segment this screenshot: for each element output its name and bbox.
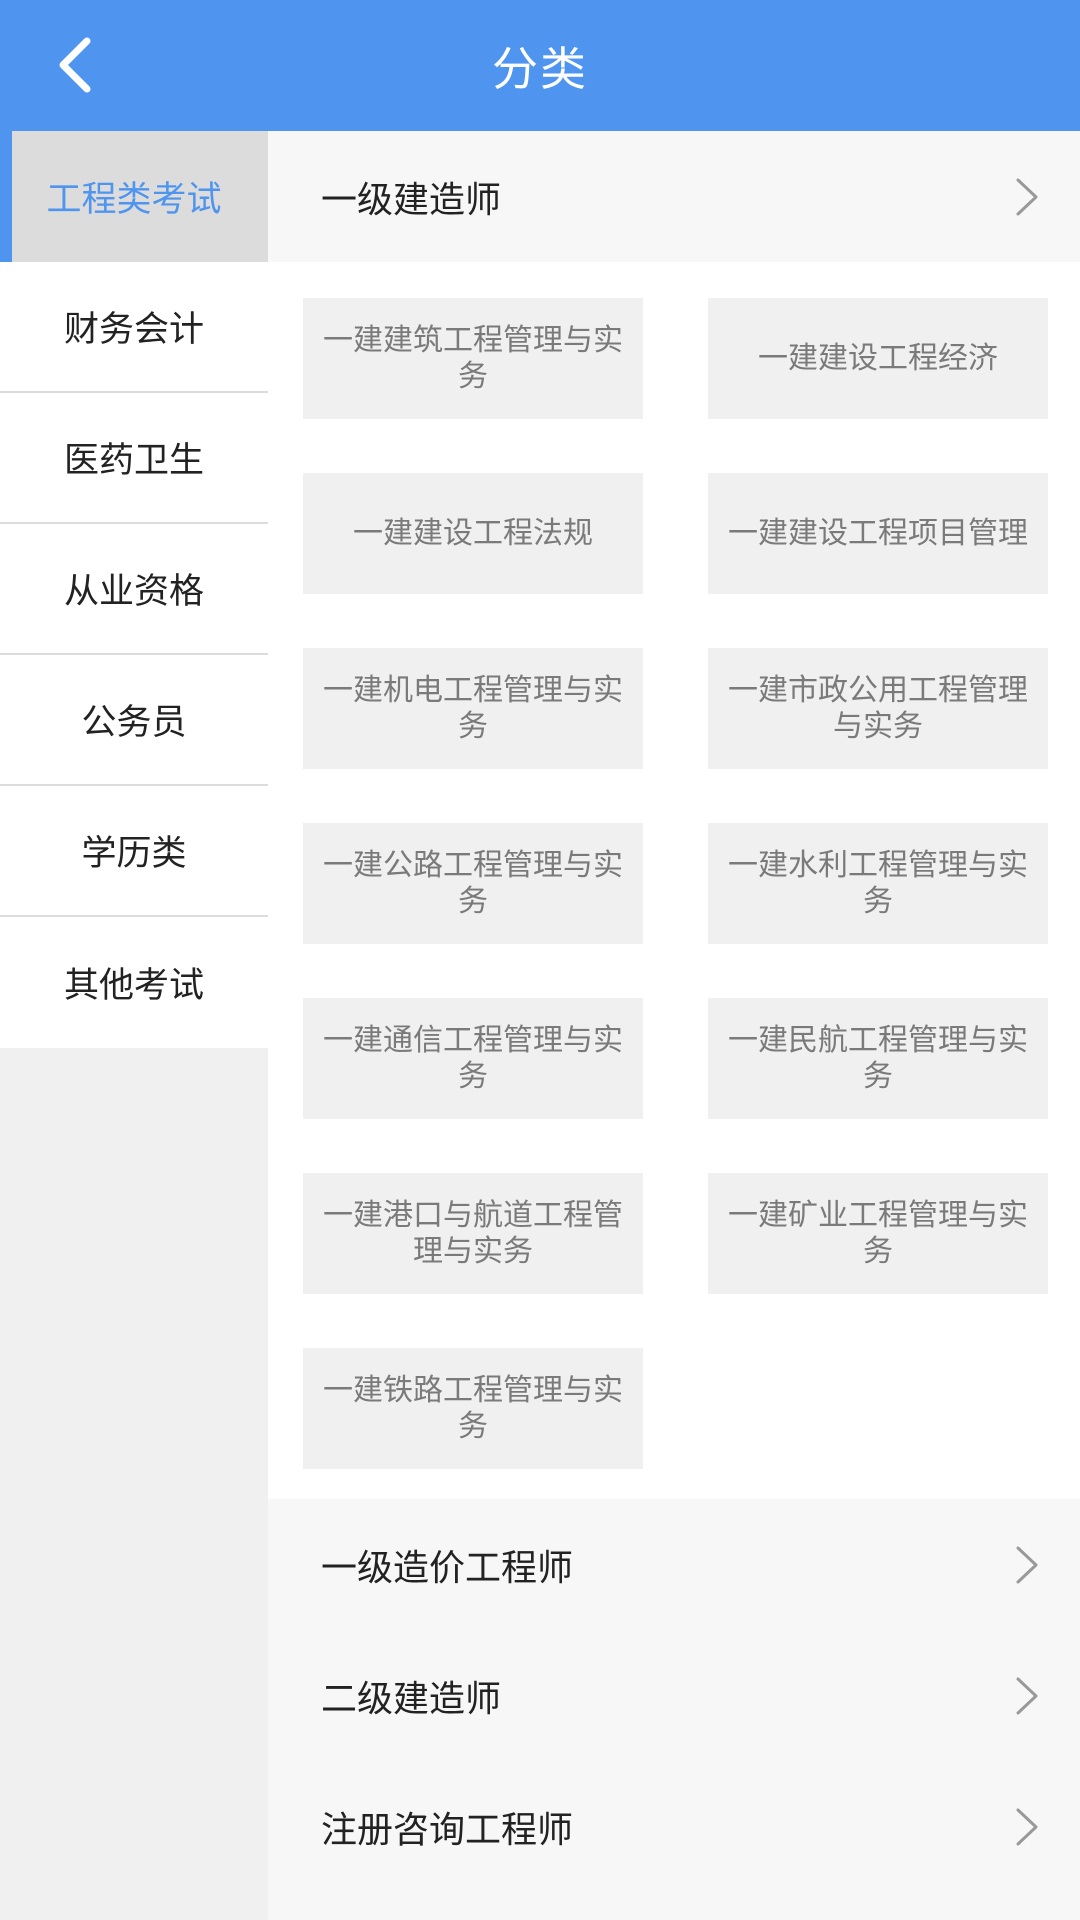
- subcategory-card[interactable]: 一建公路工程管理与实务: [303, 823, 643, 944]
- subcategory-card[interactable]: 一建机电工程管理与实务: [303, 648, 643, 769]
- chevron-right-icon: [1016, 1677, 1038, 1714]
- subcategory-card[interactable]: 一建市政公用工程管理与实务: [708, 648, 1048, 769]
- subcategory-card[interactable]: 一建民航工程管理与实务: [708, 998, 1048, 1119]
- category-label: 二级建造师: [321, 1678, 502, 1720]
- subcategory-card[interactable]: 一建铁路工程管理与实务: [303, 1348, 643, 1469]
- sidebar-item-qualification[interactable]: 从业资格: [0, 524, 268, 655]
- subcategory-card[interactable]: 一建建设工程项目管理: [708, 473, 1048, 594]
- sidebar-item-engineering[interactable]: 工程类考试: [0, 131, 268, 262]
- back-button[interactable]: [40, 30, 110, 100]
- category-row-first-class-cost-engineer[interactable]: 一级造价工程师: [268, 1499, 1080, 1630]
- category-sidebar: 工程类考试 财务会计 医药卫生 从业资格 公务员 学历类 其他考试: [0, 131, 268, 1920]
- chevron-right-icon: [1016, 1808, 1038, 1845]
- sidebar-item-education[interactable]: 学历类: [0, 786, 268, 917]
- top-bar: 分类: [0, 0, 1080, 131]
- category-row-first-class-constructor[interactable]: 一级建造师: [268, 131, 1080, 262]
- chevron-left-icon: [59, 37, 91, 93]
- category-row-second-class-constructor[interactable]: 二级建造师: [268, 1630, 1080, 1761]
- sidebar-item-civil-servant[interactable]: 公务员: [0, 655, 268, 786]
- app-screen: 分类 工程类考试 财务会计 医药卫生 从业资格 公务员 学历类 其他考试 一级建…: [0, 0, 1080, 1920]
- sidebar-item-other[interactable]: 其他考试: [0, 917, 268, 1048]
- subcategory-card[interactable]: 一建港口与航道工程管理与实务: [303, 1173, 643, 1294]
- subcategory-card[interactable]: 一建水利工程管理与实务: [708, 823, 1048, 944]
- sidebar-item-medical[interactable]: 医药卫生: [0, 393, 268, 524]
- subcategory-card[interactable]: 一建矿业工程管理与实务: [708, 1173, 1048, 1294]
- category-label: 一级建造师: [321, 179, 502, 221]
- subcategory-card[interactable]: 一建建设工程经济: [708, 298, 1048, 419]
- subcategory-card[interactable]: 一建通信工程管理与实务: [303, 998, 643, 1119]
- page-title: 分类: [492, 41, 588, 96]
- subcategory-grid: 一建建筑工程管理与实务 一建建设工程经济 一建建设工程法规 一建建设工程项目管理…: [268, 262, 1080, 1499]
- sidebar-item-finance[interactable]: 财务会计: [0, 262, 268, 393]
- chevron-right-icon: [1016, 1546, 1038, 1583]
- category-label: 注册咨询工程师: [321, 1809, 574, 1851]
- category-label: 一级造价工程师: [321, 1547, 574, 1589]
- subcategory-card[interactable]: 一建建设工程法规: [303, 473, 643, 594]
- subcategory-card[interactable]: 一建建筑工程管理与实务: [303, 298, 643, 419]
- category-content: 一级建造师 一建建筑工程管理与实务 一建建设工程经济 一建建设工程法规 一建建设…: [268, 131, 1080, 1920]
- category-row-registered-consulting-engineer[interactable]: 注册咨询工程师: [268, 1761, 1080, 1892]
- chevron-right-icon: [1016, 178, 1038, 215]
